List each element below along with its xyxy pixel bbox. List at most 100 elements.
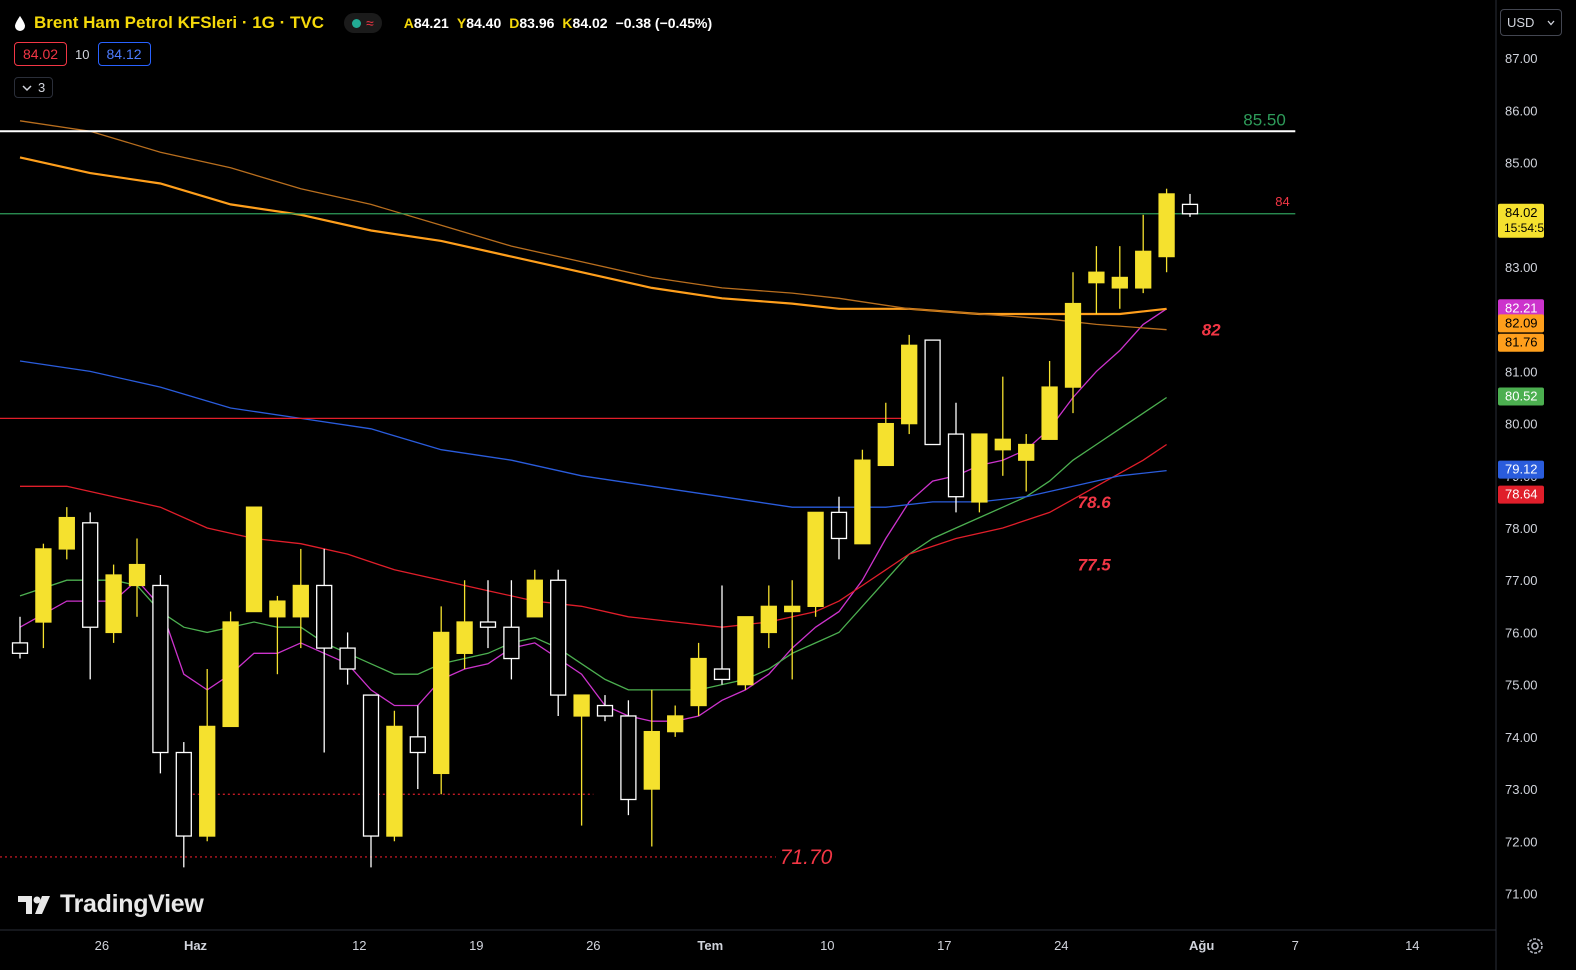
candle-body xyxy=(362,694,380,837)
chart-annotation: 77.5 xyxy=(1078,556,1112,575)
y-tick-label: 80.00 xyxy=(1505,417,1538,432)
candle-body xyxy=(503,626,520,660)
indicators-count: 3 xyxy=(38,80,46,95)
candle-body xyxy=(269,600,286,618)
candle xyxy=(222,611,239,728)
candle-body xyxy=(713,668,731,681)
x-tick-label: 14 xyxy=(1405,938,1419,953)
candle-body xyxy=(128,563,146,587)
ohlc-low: D83.96 xyxy=(509,15,555,31)
y-tick-label: 74.00 xyxy=(1505,730,1538,745)
indicators-toggle[interactable]: 3 xyxy=(14,77,54,98)
x-tick-label: Ağu xyxy=(1189,938,1214,953)
candle-body xyxy=(1064,302,1082,388)
sell-button[interactable]: 84.02 xyxy=(14,42,68,66)
x-tick-label: Tem xyxy=(697,938,723,953)
candle-body xyxy=(479,621,497,628)
y-tick-label: 83.00 xyxy=(1505,260,1538,275)
candle-body xyxy=(292,584,309,618)
market-status[interactable]: ≈ xyxy=(344,13,382,33)
x-tick-label: 12 xyxy=(352,938,366,953)
candle-body xyxy=(526,579,543,618)
y-tick-label: 85.00 xyxy=(1505,156,1538,171)
candle xyxy=(807,511,824,617)
chart-background xyxy=(0,0,1576,970)
candle-body xyxy=(199,725,216,837)
spread-value: 10 xyxy=(75,46,90,62)
candle-body xyxy=(971,433,988,503)
candle-body xyxy=(245,506,263,613)
axis-price-label: 79.12 xyxy=(1505,462,1538,477)
axis-price-label: 78.64 xyxy=(1505,487,1538,502)
candle-body xyxy=(807,511,824,607)
candle-body xyxy=(456,621,473,654)
market-open-icon xyxy=(352,18,361,28)
x-tick-label: 17 xyxy=(937,938,951,953)
candle-body xyxy=(760,605,777,634)
y-tick-label: 77.00 xyxy=(1505,573,1538,588)
candle-body xyxy=(152,584,169,754)
level-label: 85.50 xyxy=(1243,110,1286,129)
candle xyxy=(924,339,941,446)
candle-body xyxy=(620,715,637,801)
chart-header: Brent Ham Petrol KFSleri · 1G · TVC ≈ A8… xyxy=(14,10,712,36)
currency-selector[interactable]: USD xyxy=(1500,9,1562,36)
candle-body xyxy=(994,438,1011,451)
y-tick-label: 72.00 xyxy=(1505,834,1538,849)
x-tick-label: 26 xyxy=(95,938,109,953)
candle xyxy=(245,506,263,613)
axis-price-label: 82.09 xyxy=(1505,315,1538,330)
candle xyxy=(971,433,988,513)
ohlc-change: −0.38 (−0.45%) xyxy=(615,15,713,31)
settings-gear-icon[interactable] xyxy=(1524,935,1546,957)
candle-body xyxy=(667,715,684,733)
candle-body xyxy=(1088,271,1105,284)
candle-body xyxy=(433,631,450,775)
candle-body xyxy=(105,574,122,634)
candle-body xyxy=(830,511,848,540)
candle-body xyxy=(901,344,918,425)
candle-body xyxy=(1181,203,1199,215)
delayed-data-icon: ≈ xyxy=(366,15,374,31)
tradingview-logo[interactable]: TradingView xyxy=(18,890,204,919)
y-tick-label: 78.00 xyxy=(1505,521,1538,536)
candle-body xyxy=(339,647,356,670)
candle-body xyxy=(58,516,75,550)
candle-body xyxy=(11,642,29,654)
ohlc-high: Y84.40 xyxy=(456,15,502,31)
axis-price-label: 81.76 xyxy=(1505,335,1538,350)
candle xyxy=(854,449,871,545)
axis-price-label: 80.52 xyxy=(1505,388,1538,403)
currency-label: USD xyxy=(1507,15,1535,30)
candle-body xyxy=(550,579,567,696)
y-tick-label: 76.00 xyxy=(1505,625,1538,640)
candle-body xyxy=(784,605,801,613)
candle-body xyxy=(573,694,590,717)
candle-body xyxy=(854,459,871,545)
level-label: 71.70 xyxy=(780,846,833,869)
y-tick-label: 87.00 xyxy=(1505,51,1538,66)
x-tick-label: 19 xyxy=(469,938,483,953)
candle xyxy=(433,606,450,795)
candle-body xyxy=(316,584,333,649)
candle-body xyxy=(386,725,403,837)
y-tick-label: 73.00 xyxy=(1505,782,1538,797)
candle-body xyxy=(35,548,52,623)
y-tick-label: 86.00 xyxy=(1505,103,1538,118)
x-tick-label: 10 xyxy=(820,938,834,953)
ohlc-open: A84.21 xyxy=(403,15,449,31)
symbol-title[interactable]: Brent Ham Petrol KFSleri · 1G · TVC xyxy=(34,13,324,33)
buy-button[interactable]: 84.12 xyxy=(97,42,151,66)
candle-body xyxy=(643,730,660,790)
candle-body xyxy=(1135,250,1152,289)
x-tick-label: Haz xyxy=(184,938,208,953)
price-chart[interactable]: 85.50 84 71.70 82 78.6 77.5 87.00 86.00 85.00 84.… xyxy=(0,0,1576,970)
candle-body xyxy=(947,433,965,498)
candle-body xyxy=(690,657,707,707)
candle-body xyxy=(1158,193,1175,258)
countdown-label: 15:54:59 xyxy=(1504,221,1551,235)
candle-body xyxy=(924,339,941,446)
candle-body xyxy=(1018,443,1035,461)
x-tick-label: 7 xyxy=(1292,938,1299,953)
candle-body xyxy=(175,751,192,837)
